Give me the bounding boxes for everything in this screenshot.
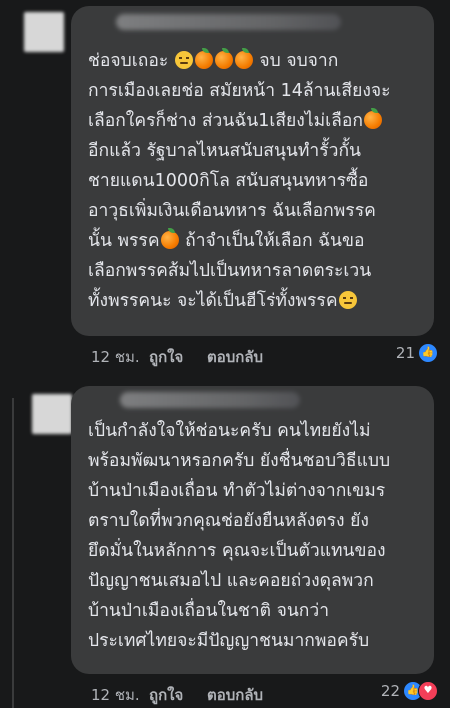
- comment-actions: 12 ชม. ถูกใจ ตอบกลับ: [91, 345, 263, 369]
- orange-icon: [363, 108, 382, 129]
- comment-text: ช่อจบเถอะ จบ จบจาก การเมืองเลยช่อ สมัยหน…: [88, 48, 391, 311]
- reply-button[interactable]: ตอบกลับ: [207, 345, 263, 369]
- avatar[interactable]: [32, 394, 72, 434]
- comment-bubble: ช่อจบเถอะ จบ จบจาก การเมืองเลยช่อ สมัยหน…: [71, 6, 434, 336]
- heart-icon: ♥: [418, 681, 438, 701]
- reaction-count: 21: [395, 344, 415, 362]
- comment-timestamp[interactable]: 12 ชม.: [91, 345, 149, 369]
- reaction-count: 22: [380, 682, 400, 700]
- avatar[interactable]: [24, 12, 64, 52]
- reply-button[interactable]: ตอบกลับ: [207, 683, 263, 707]
- author-name-blurred[interactable]: [120, 392, 300, 408]
- comment-text: เป็นกำลังใจให้ช่อนะครับ คนไทยยังไม่ พร้อ…: [88, 421, 391, 651]
- comment-thread: ช่อจบเถอะ จบ จบจาก การเมืองเลยช่อ สมัยหน…: [0, 0, 450, 708]
- thread-connector-line: [12, 398, 14, 708]
- orange-icon: [194, 48, 213, 69]
- like-button[interactable]: ถูกใจ: [149, 345, 207, 369]
- comment-timestamp[interactable]: 12 ชม.: [91, 683, 149, 707]
- orange-icon: [160, 228, 179, 249]
- orange-icon: [214, 48, 233, 69]
- reaction-summary[interactable]: 21 👍: [396, 343, 438, 363]
- eye-roll-face-icon: [338, 291, 357, 309]
- like-button[interactable]: ถูกใจ: [149, 683, 207, 707]
- author-name-blurred[interactable]: [116, 14, 341, 30]
- thumbs-up-icon: 👍: [418, 343, 438, 363]
- tired-face-icon: [174, 51, 193, 69]
- reaction-summary[interactable]: 22 👍 ♥: [381, 681, 438, 701]
- comment-actions: 12 ชม. ถูกใจ ตอบกลับ: [91, 683, 263, 707]
- comment-bubble: เป็นกำลังใจให้ช่อนะครับ คนไทยยังไม่ พร้อ…: [71, 386, 434, 674]
- orange-icon: [234, 48, 253, 69]
